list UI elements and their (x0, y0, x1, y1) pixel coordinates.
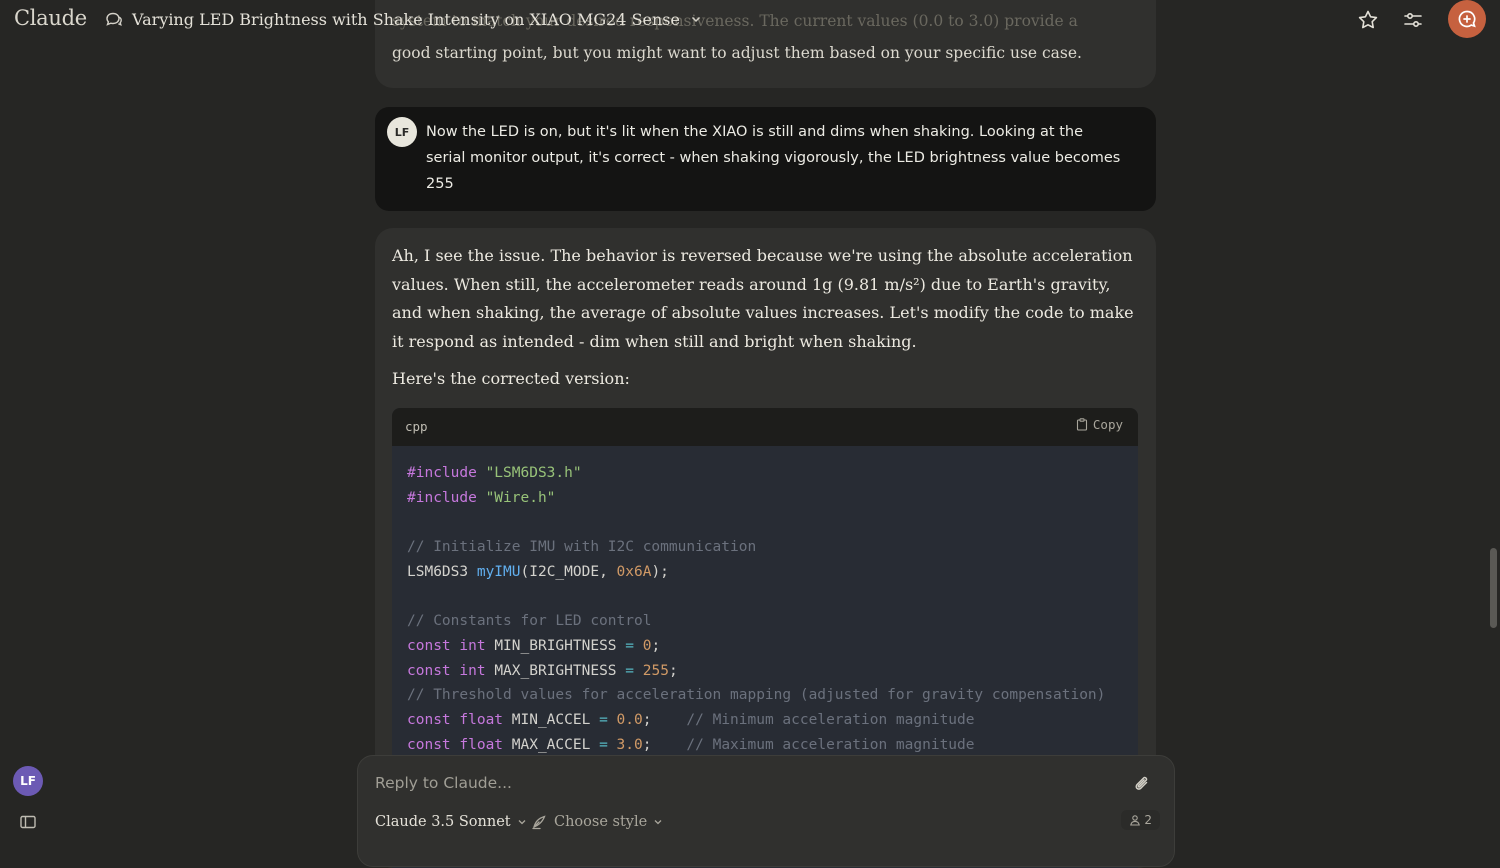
code-line: const int MAX_BRIGHTNESS = 255; (407, 659, 1105, 684)
code-token: // Initialize IMU with I2C communication (407, 539, 757, 556)
code-token: 0.0 (616, 711, 643, 728)
message-text-line: good starting point, but you might want … (392, 44, 1082, 62)
code-token: (I2C_MODE, (520, 563, 617, 580)
code-token: LSM6DS3 (407, 563, 477, 580)
code-token: const int (407, 637, 495, 654)
user-avatar: LF (387, 117, 417, 147)
code-token: 3.0 (616, 736, 643, 753)
code-token: = (599, 711, 608, 728)
code-token: ); (651, 563, 669, 580)
assistant-paragraph: Ah, I see the issue. The behavior is rev… (392, 246, 1134, 352)
code-line: const float MIN_ACCEL = 0.0; // Minimum … (407, 708, 1105, 733)
code-token: // Maximum acceleration magnitude (686, 736, 975, 753)
copy-label: Copy (1092, 417, 1123, 432)
code-token: MAX_BRIGHTNESS (494, 662, 626, 679)
sidebar-toggle-icon[interactable] (19, 813, 37, 831)
code-token: // Constants for LED control (407, 613, 652, 630)
code-token: = (625, 637, 634, 654)
count-value: 2 (1144, 813, 1152, 827)
code-line: #include "LSM6DS3.h" (407, 461, 1105, 486)
composer: Claude 3.5 Sonnet Choose style 2 (357, 755, 1175, 867)
code-block-header: cpp Copy (392, 408, 1138, 446)
chevron-down-icon (691, 16, 701, 23)
code-token: 0x6A (616, 563, 652, 580)
code-token: const float (407, 736, 512, 753)
user-message-text: Now the LED is on, but it's lit when the… (426, 124, 1121, 192)
code-token: MIN_ACCEL (511, 711, 600, 728)
assistant-paragraph: Here's the corrected version: (392, 369, 630, 388)
star-icon[interactable] (1356, 8, 1380, 32)
sliders-icon[interactable] (1401, 8, 1425, 32)
participants-count-badge[interactable]: 2 (1121, 810, 1160, 830)
conversation-title: Varying LED Brightness with Shake Intens… (132, 9, 680, 29)
code-token: ; (642, 711, 687, 728)
chevron-down-icon (518, 820, 526, 825)
code-line: LSM6DS3 myIMU(I2C_MODE, 0x6A); (407, 560, 1105, 585)
code-language-label: cpp (405, 419, 428, 434)
code-token: // Threshold values for acceleration map… (407, 687, 1106, 704)
model-selector[interactable]: Claude 3.5 Sonnet (375, 814, 527, 830)
code-token: #include (407, 465, 486, 481)
code-token: "LSM6DS3.h" (485, 465, 582, 481)
code-token: 255 (642, 662, 669, 679)
code-line: // Initialize IMU with I2C communication (407, 535, 1105, 560)
paperclip-icon[interactable] (1132, 774, 1152, 794)
code-token: // Minimum acceleration magnitude (686, 711, 975, 728)
code-token: const float (407, 711, 512, 728)
user-message: LF Now the LED is on, but it's lit when … (375, 107, 1156, 211)
code-token: MIN_BRIGHTNESS (494, 637, 626, 654)
code-content: #include "LSM6DS3.h" #include "Wire.h" //… (407, 461, 1105, 757)
code-token: const int (407, 662, 495, 679)
code-token: MAX_ACCEL (511, 736, 600, 753)
code-line: // Constants for LED control (407, 609, 1105, 634)
clipboard-icon (1076, 418, 1087, 431)
code-token: #include (407, 489, 486, 506)
code-line: #include "Wire.h" (407, 486, 1105, 511)
style-selector[interactable]: Choose style (531, 813, 663, 830)
code-token: ; (651, 637, 661, 654)
chevron-down-icon (654, 819, 662, 824)
style-label: Choose style (554, 813, 648, 830)
code-line: const int MIN_BRIGHTNESS = 0; (407, 634, 1105, 659)
copy-code-button[interactable]: Copy (1076, 417, 1123, 432)
feather-pen-icon (532, 815, 546, 830)
new-chat-button[interactable] (1448, 0, 1486, 38)
conversation-title-button[interactable]: Varying LED Brightness with Shake Intens… (104, 9, 702, 29)
code-line: // Threshold values for acceleration map… (407, 683, 1105, 708)
app-logo[interactable]: Claude (14, 6, 87, 30)
top-bar: Claude Varying LED Brightness with Shake… (0, 0, 1500, 40)
code-token: myIMU (476, 563, 521, 580)
scrollbar[interactable] (1490, 548, 1497, 628)
code-token: = (599, 736, 608, 753)
chat-bubble-icon (106, 12, 122, 26)
new-chat-icon (1458, 10, 1476, 28)
code-token: "Wire.h" (485, 489, 556, 506)
model-label: Claude 3.5 Sonnet (375, 814, 511, 830)
reply-input[interactable] (375, 774, 1115, 792)
code-token: = (625, 662, 634, 679)
user-avatar[interactable]: LF (13, 766, 43, 796)
person-icon (1130, 815, 1141, 826)
code-token: ; (668, 662, 678, 679)
code-token: ; (642, 736, 687, 753)
code-line: const float MAX_ACCEL = 3.0; // Maximum … (407, 733, 1105, 758)
